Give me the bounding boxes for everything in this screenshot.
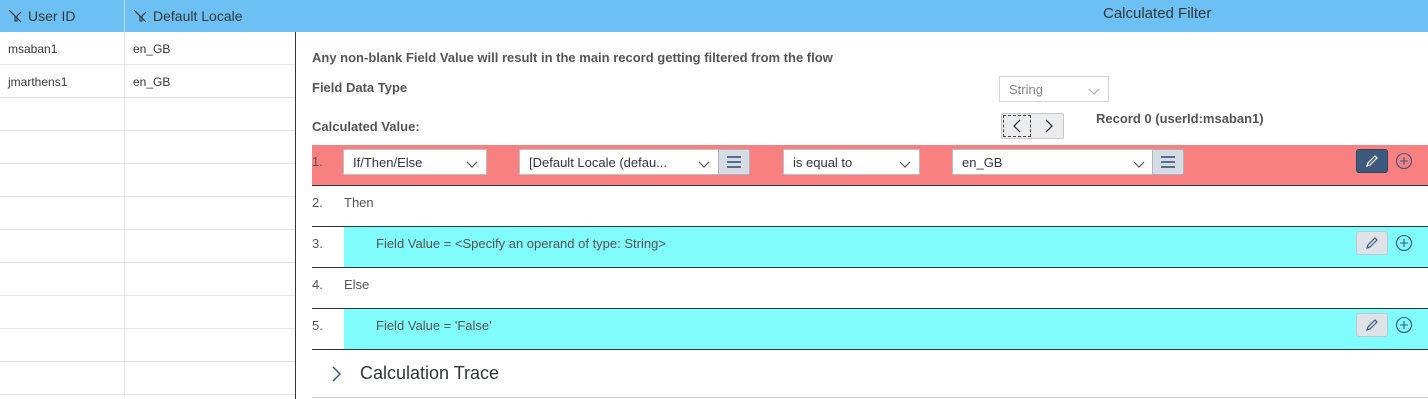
empty-row xyxy=(0,362,296,395)
empty-row xyxy=(0,131,296,164)
select-value: en_GB xyxy=(962,154,1003,170)
filter-off-icon xyxy=(133,9,147,23)
filter-off-icon xyxy=(8,9,22,23)
cell-user-id: msaban1 xyxy=(8,42,58,56)
cell-locale: en_GB xyxy=(133,75,171,89)
add-circle-icon xyxy=(1395,234,1413,252)
empty-row xyxy=(0,296,296,329)
pencil-icon xyxy=(1366,155,1378,167)
chevron-right-icon xyxy=(1045,119,1053,133)
line-number: 5. xyxy=(312,318,323,333)
filter-info-text: Any non-blank Field Value will result in… xyxy=(312,50,833,65)
cell-locale: en_GB xyxy=(133,42,171,56)
empty-row xyxy=(0,329,296,362)
line-number: 1. xyxy=(312,154,323,169)
next-record-button[interactable] xyxy=(1035,115,1063,137)
value-select[interactable]: en_GB xyxy=(952,149,1154,175)
chevron-down-icon xyxy=(899,157,911,168)
edit-button[interactable] xyxy=(1356,149,1388,173)
line-text[interactable]: Field Value = <Specify an operand of typ… xyxy=(376,236,666,251)
expression-line-1: 1. If/Then/Else [Default Locale (defau..… xyxy=(312,145,1428,186)
chevron-right-icon[interactable] xyxy=(330,365,342,383)
add-line-button[interactable] xyxy=(1395,316,1413,334)
edit-button[interactable] xyxy=(1356,231,1388,255)
panel-splitter[interactable] xyxy=(295,32,296,399)
pencil-icon xyxy=(1366,237,1378,249)
expression-line-5: 5. Field Value = 'False' xyxy=(312,309,1428,350)
panel-title: Calculated Filter xyxy=(1103,5,1212,22)
chevron-down-icon xyxy=(698,157,710,168)
select-value: String xyxy=(1009,81,1043,97)
table-row[interactable]: msaban1 en_GB xyxy=(0,32,296,65)
table-row[interactable]: jmarthens1 en_GB xyxy=(0,65,296,98)
empty-row xyxy=(0,164,296,197)
operator-select[interactable]: is equal to xyxy=(783,149,920,175)
add-line-button[interactable] xyxy=(1395,152,1413,170)
empty-row xyxy=(0,98,296,131)
add-circle-icon xyxy=(1395,152,1413,170)
value-row-highlight xyxy=(344,309,1428,349)
pencil-icon xyxy=(1366,319,1378,331)
column-header-label: User ID xyxy=(28,8,76,24)
cell-user-id: jmarthens1 xyxy=(8,75,68,89)
field-options-button[interactable] xyxy=(718,149,750,175)
record-navigation xyxy=(1001,113,1064,139)
calculation-trace-label: Calculation Trace xyxy=(360,363,500,383)
add-line-button[interactable] xyxy=(1395,234,1413,252)
field-select[interactable]: [Default Locale (defau... xyxy=(519,149,719,175)
line-text[interactable]: Field Value = 'False' xyxy=(376,318,492,333)
calculation-trace-section[interactable]: Calculation Trace xyxy=(312,350,1428,398)
column-header-label: Default Locale xyxy=(153,8,243,24)
value-options-button[interactable] xyxy=(1152,149,1184,175)
edit-button[interactable] xyxy=(1356,313,1388,337)
menu-icon xyxy=(727,156,741,168)
field-data-type-label: Field Data Type xyxy=(312,80,408,95)
add-circle-icon xyxy=(1395,316,1413,334)
chevron-left-icon xyxy=(1013,119,1021,133)
expression-line-4: 4. Else xyxy=(312,268,1428,309)
line-text: Then xyxy=(344,195,374,210)
empty-row xyxy=(0,197,296,230)
chevron-down-icon xyxy=(1133,157,1145,168)
chevron-down-icon xyxy=(466,157,478,168)
empty-row xyxy=(0,263,296,296)
calculated-value-label: Calculated Value: xyxy=(312,119,420,134)
field-data-type-select[interactable]: String xyxy=(999,76,1109,102)
line-number: 4. xyxy=(312,277,323,292)
expression-line-3: 3. Field Value = <Specify an operand of … xyxy=(312,227,1428,268)
column-header-default-locale[interactable]: Default Locale xyxy=(133,0,293,32)
user-grid: msaban1 en_GB jmarthens1 en_GB xyxy=(0,32,296,399)
select-value: If/Then/Else xyxy=(353,154,423,170)
chevron-down-icon xyxy=(1088,84,1100,95)
select-value: is equal to xyxy=(793,154,853,170)
line-number: 3. xyxy=(312,236,323,251)
select-value: [Default Locale (defau... xyxy=(529,154,668,170)
record-indicator: Record 0 (userId:msaban1) xyxy=(1096,111,1264,126)
line-number: 2. xyxy=(312,195,323,210)
empty-row xyxy=(0,230,296,263)
previous-record-button[interactable] xyxy=(1003,115,1031,137)
column-header-user-id[interactable]: User ID xyxy=(8,0,124,32)
column-separator xyxy=(124,0,125,32)
expression-type-select[interactable]: If/Then/Else xyxy=(343,149,487,175)
menu-icon xyxy=(1161,156,1175,168)
expression-line-2: 2. Then xyxy=(312,186,1428,227)
line-text: Else xyxy=(344,277,370,292)
